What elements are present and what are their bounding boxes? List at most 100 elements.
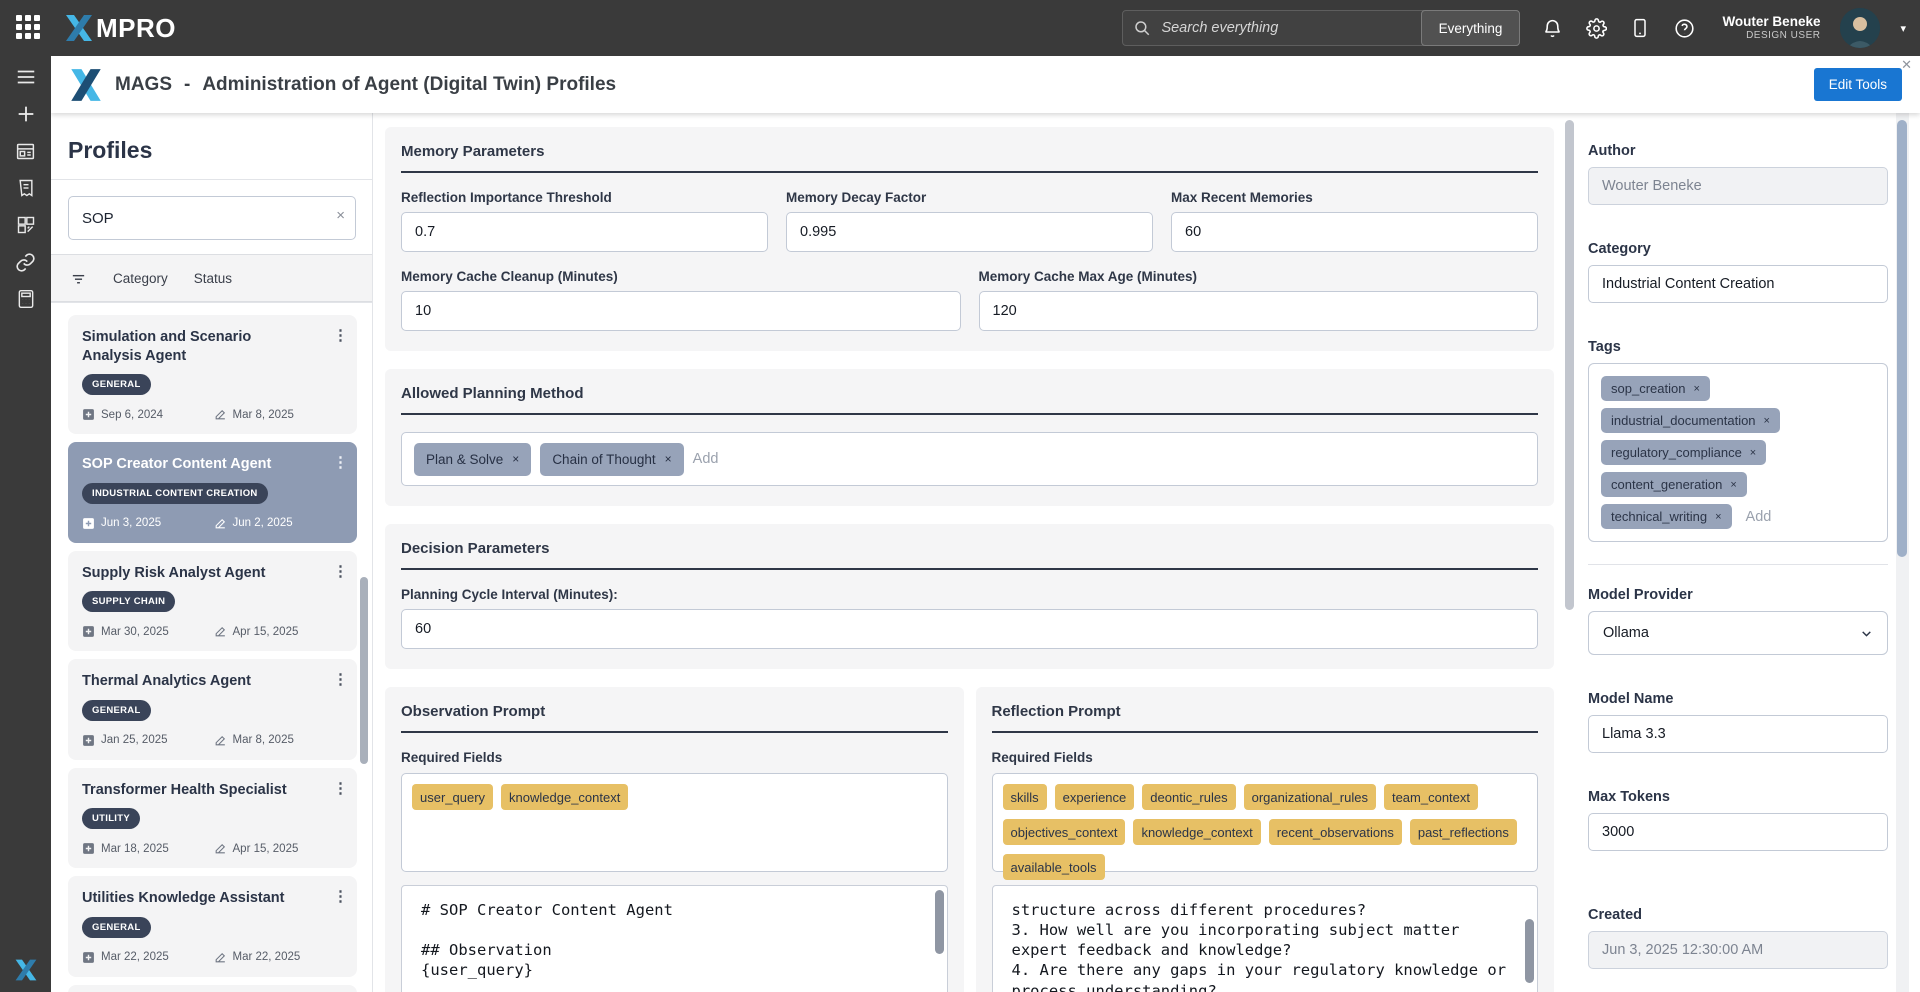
category-badge: GENERAL <box>82 374 151 395</box>
remove-icon[interactable]: × <box>1730 479 1736 491</box>
required-field-chip[interactable]: knowledge_context <box>501 784 628 810</box>
profile-card[interactable]: Simulation and Scenario Analysis Agent ⋮… <box>68 315 357 434</box>
clear-search-icon[interactable]: × <box>336 207 345 224</box>
profile-card-selected[interactable]: SOP Creator Content Agent ⋮ INDUSTRIAL C… <box>68 442 357 543</box>
required-field-chip[interactable]: available_tools <box>1003 854 1105 880</box>
apps-grid-icon[interactable] <box>16 15 42 41</box>
main-scrollbar[interactable] <box>1565 120 1574 610</box>
memory-cache-max-age-input[interactable] <box>979 291 1539 331</box>
mobile-device-icon[interactable] <box>1628 16 1652 40</box>
field-label: Memory Cache Cleanup (Minutes) <box>401 269 961 284</box>
field-label: Reflection Importance Threshold <box>401 190 768 205</box>
caret-down-icon[interactable]: ▾ <box>1900 22 1906 35</box>
category-label: Category <box>1588 241 1888 257</box>
link-icon[interactable] <box>14 250 38 274</box>
profile-title: Thermal Analytics Agent <box>82 672 301 691</box>
required-field-chip[interactable]: experience <box>1055 784 1135 810</box>
user-menu[interactable]: Wouter Beneke DESIGN USER <box>1722 14 1820 42</box>
required-field-chip[interactable]: organizational_rules <box>1244 784 1376 810</box>
category-badge: SUPPLY CHAIN <box>82 591 175 612</box>
planning-method-input[interactable]: Plan & Solve × Chain of Thought × Add <box>401 432 1538 486</box>
profile-card[interactable]: Thermal Analytics Agent ⋮ GENERAL Jan 25… <box>68 659 357 760</box>
calculator-icon[interactable] <box>14 287 38 311</box>
remove-icon[interactable]: × <box>1764 415 1770 427</box>
global-search-input[interactable] <box>1151 20 1420 36</box>
required-field-chip[interactable]: recent_observations <box>1269 819 1402 845</box>
required-field-chip[interactable]: objectives_context <box>1003 819 1126 845</box>
max-recent-memories-input[interactable] <box>1171 212 1538 252</box>
created-date-icon <box>82 408 95 421</box>
model-provider-select[interactable]: Ollama <box>1588 611 1888 655</box>
max-tokens-input[interactable] <box>1588 813 1888 851</box>
kebab-menu-icon[interactable]: ⋮ <box>333 887 348 905</box>
remove-icon[interactable]: × <box>512 453 519 465</box>
filter-category[interactable]: Category <box>113 271 168 286</box>
remove-icon[interactable]: × <box>1715 511 1721 523</box>
required-field-chip[interactable]: user_query <box>412 784 493 810</box>
close-icon[interactable]: ✕ <box>1901 57 1912 73</box>
created-date-icon <box>82 517 95 530</box>
remove-icon[interactable]: × <box>1750 447 1756 459</box>
add-method-placeholder[interactable]: Add <box>693 451 719 467</box>
tag-chip: industrial_documentation× <box>1601 408 1780 433</box>
filter-icon[interactable] <box>70 270 87 287</box>
textarea-scrollbar[interactable] <box>935 890 944 954</box>
app-separator: - <box>184 74 190 96</box>
tags-input[interactable]: sop_creation× industrial_documentation× … <box>1588 363 1888 542</box>
kebab-menu-icon[interactable]: ⋮ <box>333 562 348 580</box>
allowed-planning-method-section: Allowed Planning Method Plan & Solve × C… <box>385 369 1554 506</box>
page-scrollbar[interactable] <box>1897 120 1907 557</box>
profile-card[interactable]: Supply Risk Analyst Agent ⋮ SUPPLY CHAIN… <box>68 551 357 652</box>
hamburger-menu-icon[interactable] <box>14 65 38 89</box>
profile-card[interactable]: Utility Assistant ⋮ UTILITY <box>68 985 357 992</box>
planning-cycle-interval-input[interactable] <box>401 609 1538 649</box>
memory-decay-factor-input[interactable] <box>786 212 1153 252</box>
profiles-search-input[interactable] <box>68 196 356 240</box>
filter-bar: Category Status <box>51 254 372 302</box>
modified-date: Apr 15, 2025 <box>233 626 299 638</box>
profile-card[interactable]: Utilities Knowledge Assistant ⋮ GENERAL … <box>68 876 357 977</box>
kebab-menu-icon[interactable]: ⋮ <box>333 453 348 471</box>
required-field-chip[interactable]: deontic_rules <box>1142 784 1235 810</box>
required-field-chip[interactable]: team_context <box>1384 784 1478 810</box>
sidebar-scrollbar[interactable] <box>360 577 368 764</box>
add-tag-placeholder[interactable]: Add <box>1746 509 1772 525</box>
observation-prompt-textarea[interactable]: # SOP Creator Content Agent ## Observati… <box>401 885 948 992</box>
add-new-icon[interactable] <box>14 102 38 126</box>
widget-blocks-icon[interactable] <box>14 213 38 237</box>
category-input[interactable] <box>1588 265 1888 303</box>
kebab-menu-icon[interactable]: ⋮ <box>333 670 348 688</box>
remove-icon[interactable]: × <box>1693 383 1699 395</box>
edit-tools-button[interactable]: Edit Tools <box>1814 68 1902 101</box>
user-avatar[interactable] <box>1840 8 1880 48</box>
modified-date-icon <box>214 625 227 638</box>
memory-cache-cleanup-input[interactable] <box>401 291 961 331</box>
page-title: Administration of Agent (Digital Twin) P… <box>202 74 616 96</box>
required-field-chip[interactable]: skills <box>1003 784 1047 810</box>
filter-status[interactable]: Status <box>194 271 232 286</box>
kebab-menu-icon[interactable]: ⋮ <box>333 326 348 344</box>
memory-parameters-section: Memory Parameters Reflection Importance … <box>385 127 1554 351</box>
required-field-chip[interactable]: past_reflections <box>1410 819 1517 845</box>
required-field-chip[interactable]: knowledge_context <box>1133 819 1260 845</box>
profile-title: SOP Creator Content Agent <box>82 455 301 474</box>
global-search-bar[interactable]: Everything <box>1122 10 1520 46</box>
reflection-importance-threshold-input[interactable] <box>401 212 768 252</box>
profiles-list: Simulation and Scenario Analysis Agent ⋮… <box>51 303 372 992</box>
textarea-scrollbar[interactable] <box>1525 919 1534 983</box>
category-badge: GENERAL <box>82 917 151 938</box>
profile-card[interactable]: Transformer Health Specialist ⋮ UTILITY … <box>68 768 357 869</box>
kebab-menu-icon[interactable]: ⋮ <box>333 779 348 797</box>
field-label: Planning Cycle Interval (Minutes): <box>401 587 1538 602</box>
notifications-bell-icon[interactable] <box>1540 16 1564 40</box>
settings-gear-icon[interactable] <box>1584 16 1608 40</box>
document-script-icon[interactable] <box>14 176 38 200</box>
help-icon[interactable] <box>1672 16 1696 40</box>
reflection-prompt-textarea[interactable]: structure across different procedures? 3… <box>992 885 1539 992</box>
search-scope-button[interactable]: Everything <box>1421 10 1521 46</box>
modified-date-icon <box>214 842 227 855</box>
xmpro-logo: MPRO <box>64 13 176 44</box>
model-name-input[interactable] <box>1588 715 1888 753</box>
remove-icon[interactable]: × <box>665 453 672 465</box>
app-window-icon[interactable] <box>14 139 38 163</box>
